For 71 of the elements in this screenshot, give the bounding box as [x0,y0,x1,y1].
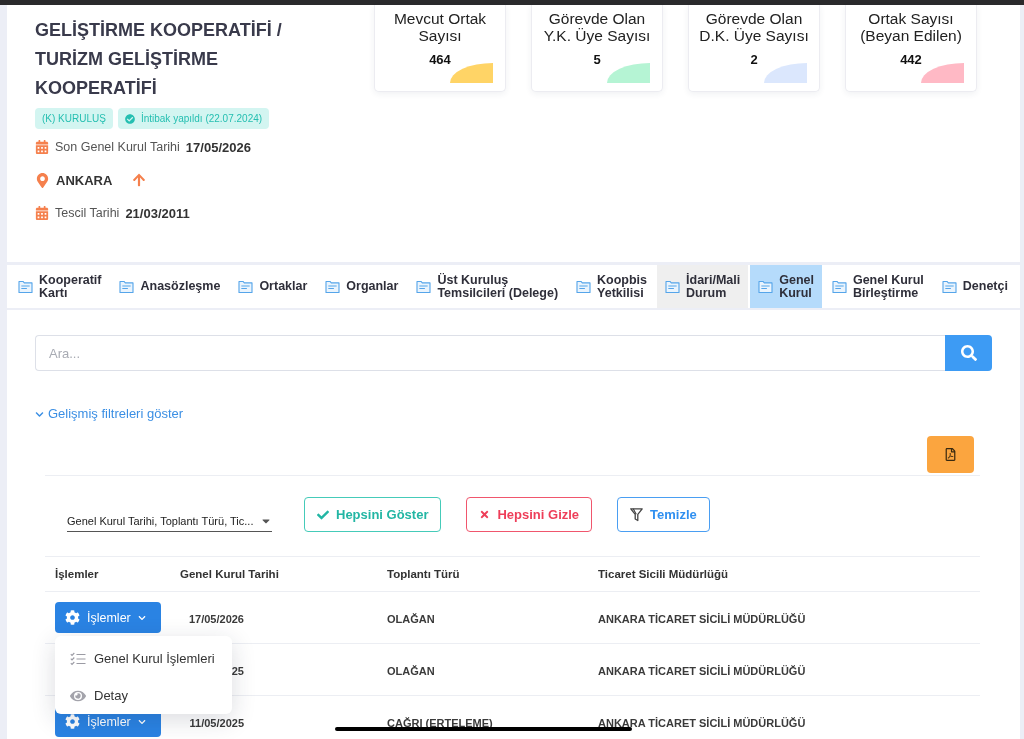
calendar-icon [35,206,49,220]
column-select[interactable]: Genel Kurul Tarihi, Toplantı Türü, Tic... [67,510,272,532]
search-icon [960,345,977,361]
folder-icon [238,280,254,293]
folder-icon [941,280,957,293]
folder-icon [325,280,341,293]
fact-value: 17/05/2026 [185,139,251,155]
fact-label: Tescil Tarihi [55,206,120,220]
location-text: ANKARA [56,172,113,188]
stat-label: Mevcut Ortak Sayısı [393,10,487,44]
advanced-filters-link[interactable]: Gelişmiş filtreleri göster [35,407,184,421]
folder-icon [416,280,432,293]
folder-icon [119,280,135,293]
pdf-file-icon [944,448,957,461]
tab[interactable]: İdari/Mali Durum [657,265,749,308]
status-badge: (K) KURULUŞ [35,108,113,129]
table-cell: ANKARA TİCARET SİCİLİ MÜDÜRLÜĞÜ [598,716,806,729]
tab[interactable]: Anasözleşme [111,265,229,308]
table-cell: OLAĞAN [387,612,435,625]
search-button[interactable] [945,335,992,371]
tab[interactable]: Kooperatif Kartı [10,265,110,308]
table-cell: 17/05/2026 [188,612,244,625]
check-icon [317,508,329,521]
gear-icon [65,610,80,625]
column-header: Genel Kurul Tarihi [180,568,279,580]
chevron-down-icon [137,613,146,622]
calendar-icon [35,140,49,154]
table-cell: OLAĞAN [387,664,435,677]
column-header: İşlemler [55,568,99,580]
tab[interactable]: Organlar [317,265,407,308]
stat-value: 2 [750,52,758,68]
search-field[interactable]: Ara... [35,335,945,371]
tab[interactable]: Koopbis Yetkilisi [568,265,656,308]
table-cell: ANKARA TİCARET SİCİLİ MÜDÜRLÜĞÜ [598,612,806,625]
stat-value: 442 [900,52,922,68]
column-header: Toplantı Türü [387,568,460,580]
stat-label: Görevde Olan Y.K. Üye Sayısı [543,10,651,44]
stat-value: 464 [429,52,451,68]
map-pin-icon [35,172,50,188]
folder-icon [665,280,681,293]
stat-label: Görevde Olan D.K. Üye Sayısı [699,10,809,44]
fact-value: 21/03/2011 [125,205,190,221]
pdf-export-button[interactable] [927,436,974,473]
column-header: Ticaret Sicili Müdürlüğü [598,568,729,580]
actions-button[interactable]: İşlemler [55,602,161,633]
stat-label: Ortak Sayısı (Beyan Edilen) [860,10,962,44]
fact-label: Son Genel Kurul Tarihi [55,140,180,154]
arrow-up-icon[interactable] [132,173,147,187]
tab[interactable]: Genel Kurul [750,265,822,308]
folder-icon [576,280,592,293]
chevron-down-icon [35,409,44,419]
folder-icon [831,280,847,293]
table-cell: ANKARA TİCARET SİCİLİ MÜDÜRLÜĞÜ [598,664,806,677]
menu-item[interactable]: Genel Kurul İşlemleri [55,640,232,677]
checklist-icon [70,651,86,666]
status-badge: İntibak yapıldı (22.07.2024) [117,108,270,129]
tab[interactable]: Denetçi [933,265,1016,308]
tab[interactable]: Ortaklar [230,265,316,308]
filter-icon [630,507,644,522]
table-cell: 11/05/2025 [189,716,244,729]
folder-icon [758,280,774,293]
close-icon [479,509,491,520]
chevron-down-icon [137,717,146,726]
cooperative-title: GELİŞTİRME KOOPERATİFİ / TURİZM GELİŞTİRME KOOPERATİFİ [35,19,282,100]
tab[interactable]: Üst Kuruluş Temsilcileri (Delege) [408,265,567,308]
folder-icon [18,280,33,293]
table-cell: ÇAĞRI (ERTELEME) [387,716,493,729]
stat-value: 5 [593,52,601,68]
table-cell: 25 [231,664,244,677]
tab[interactable]: Genel Kurul Birleştirme [823,265,932,308]
hide-all-button[interactable]: Hepsini Gizle [466,497,593,532]
